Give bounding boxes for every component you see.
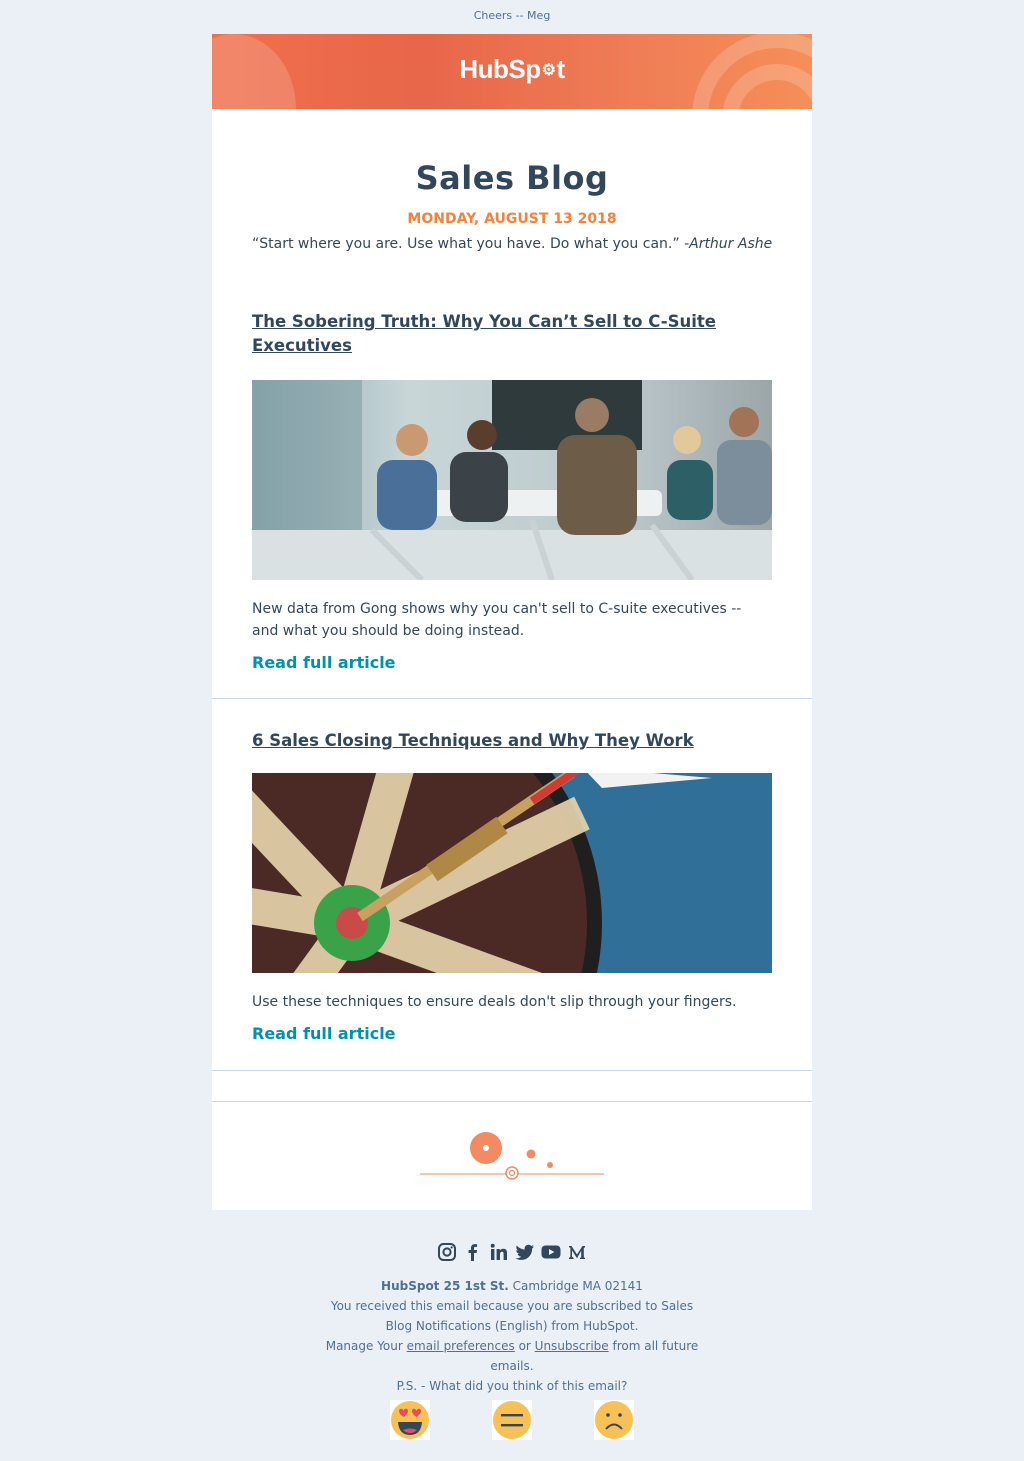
article-title: The Sobering Truth: Why You Can’t Sell t… bbox=[252, 310, 772, 358]
article-summary: Use these techniques to ensure deals don… bbox=[252, 994, 737, 1010]
company-address: HubSpot 25 1st St. Cambridge MA 02141 bbox=[212, 1276, 812, 1296]
manage-line: Manage Your email preferences or Unsubsc… bbox=[212, 1336, 812, 1356]
preheader-text: Cheers -- Meg bbox=[473, 9, 551, 22]
article-title-link[interactable]: 6 Sales Closing Techniques and Why They … bbox=[252, 731, 694, 750]
unsubscribe-link[interactable]: Unsubscribe bbox=[535, 1339, 609, 1353]
manage-suffix: from all future bbox=[612, 1339, 699, 1353]
footer: HubSpot 25 1st St. Cambridge MA 02141 Yo… bbox=[212, 1210, 812, 1440]
neutral-face-icon[interactable] bbox=[492, 1400, 532, 1440]
logo-text-hub: HubSp bbox=[459, 54, 541, 84]
article-image-meeting[interactable] bbox=[252, 380, 772, 580]
meeting-photo-illustration bbox=[252, 380, 772, 580]
article-title: 6 Sales Closing Techniques and Why They … bbox=[252, 729, 772, 753]
feedback-faces bbox=[212, 1400, 812, 1440]
twitter-icon[interactable] bbox=[515, 1242, 535, 1262]
received-notice-line1: You received this email because you are … bbox=[330, 1299, 694, 1313]
quote-author: -Arthur Ashe bbox=[684, 236, 773, 252]
social-links bbox=[212, 1242, 812, 1262]
article-1: The Sobering Truth: Why You Can’t Sell t… bbox=[212, 252, 812, 699]
article-2: 6 Sales Closing Techniques and Why They … bbox=[212, 699, 812, 1071]
manage-prefix: Manage Your bbox=[325, 1339, 403, 1353]
company-city: Cambridge MA 02141 bbox=[512, 1279, 643, 1293]
article-image-dartboard[interactable] bbox=[252, 773, 772, 973]
quote: “Start where you are. Use what you have.… bbox=[252, 236, 772, 252]
article-summary: New data from Gong shows why you can't s… bbox=[252, 601, 742, 639]
linkedin-icon[interactable] bbox=[489, 1242, 509, 1262]
footer-address-block: HubSpot 25 1st St. Cambridge MA 02141 Yo… bbox=[212, 1276, 812, 1396]
hubspot-logo[interactable]: HubSp⚙t bbox=[212, 54, 812, 85]
logo-text-t: t bbox=[556, 54, 565, 84]
read-full-article-link[interactable]: Read full article bbox=[252, 653, 396, 672]
quote-text: “Start where you are. Use what you have.… bbox=[252, 236, 680, 252]
dartboard-photo-illustration bbox=[252, 773, 772, 973]
company-name: HubSpot 25 1st St. bbox=[381, 1279, 509, 1293]
section-divider bbox=[212, 1071, 812, 1102]
header-banner: HubSp⚙t bbox=[212, 34, 812, 109]
page-title: Sales Blog bbox=[415, 159, 609, 197]
footer-illustration bbox=[212, 1102, 812, 1210]
orbit-dots-icon bbox=[420, 1132, 604, 1180]
email-preferences-link[interactable]: email preferences bbox=[407, 1339, 515, 1353]
read-full-article-link[interactable]: Read full article bbox=[252, 1024, 396, 1043]
facebook-icon[interactable] bbox=[463, 1242, 483, 1262]
article-title-link[interactable]: The Sobering Truth: Why You Can’t Sell t… bbox=[252, 312, 716, 355]
manage-suffix-line2: emails. bbox=[490, 1359, 534, 1373]
sprocket-icon: ⚙ bbox=[541, 62, 556, 79]
ps-feedback-question: P.S. - What did you think of this email? bbox=[396, 1379, 628, 1393]
medium-icon[interactable] bbox=[567, 1242, 587, 1262]
received-notice-line2: Blog Notifications (English) from HubSpo… bbox=[385, 1319, 639, 1333]
intro-section: Sales Blog MONDAY, AUGUST 13 2018 “Start… bbox=[212, 109, 812, 252]
email-card: HubSp⚙t Sales Blog MONDAY, AUGUST 13 201… bbox=[212, 34, 812, 1210]
heart-eyes-face-icon[interactable] bbox=[390, 1400, 430, 1440]
frowning-face-icon[interactable] bbox=[594, 1400, 634, 1440]
youtube-icon[interactable] bbox=[541, 1242, 561, 1262]
or-text: or bbox=[518, 1339, 531, 1353]
instagram-icon[interactable] bbox=[437, 1242, 457, 1262]
issue-date: MONDAY, AUGUST 13 2018 bbox=[407, 211, 617, 227]
